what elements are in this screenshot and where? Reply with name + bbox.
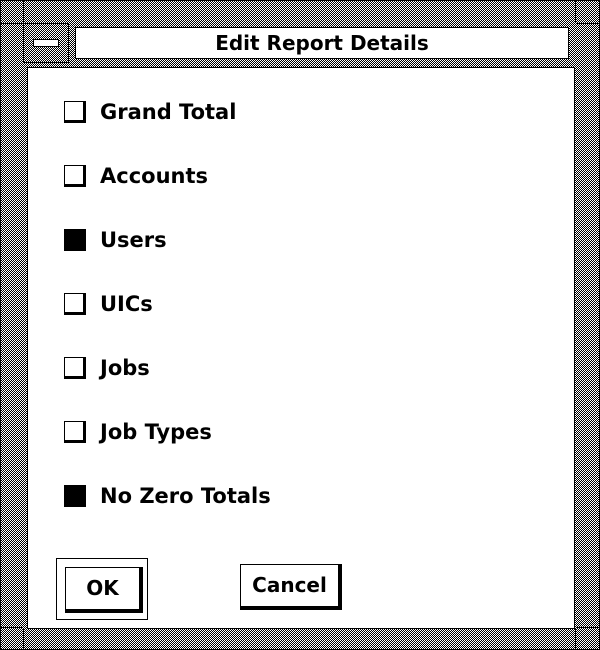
- jobs-label: Jobs: [100, 356, 150, 380]
- option-uics[interactable]: UICs: [64, 290, 153, 318]
- dialog-window: Edit Report Details Grand Total Accounts…: [0, 0, 600, 650]
- accounts-label: Accounts: [100, 164, 209, 188]
- frame-corner-mark: [23, 1, 24, 23]
- frame-corner-mark: [577, 23, 599, 24]
- frame-corner-mark: [575, 629, 576, 649]
- jobs-checkbox[interactable]: [64, 357, 86, 379]
- default-button-ring: OK: [56, 558, 148, 620]
- window-menu-icon: [33, 39, 59, 47]
- option-accounts[interactable]: Accounts: [64, 162, 208, 190]
- title-bar[interactable]: Edit Report Details: [23, 23, 577, 63]
- option-job-types[interactable]: Job Types: [64, 418, 212, 446]
- grand-total-label: Grand Total: [100, 100, 237, 124]
- frame-corner-mark: [577, 627, 599, 628]
- job-types-checkbox[interactable]: [64, 421, 86, 443]
- no-zero-totals-checkbox[interactable]: [64, 485, 86, 507]
- uics-checkbox[interactable]: [64, 293, 86, 315]
- job-types-label: Job Types: [100, 420, 212, 444]
- option-grand-total[interactable]: Grand Total: [64, 98, 236, 126]
- ok-button[interactable]: OK: [65, 567, 143, 613]
- dialog-content: Grand Total Accounts Users UICs Jobs Job…: [27, 67, 575, 629]
- users-checkbox[interactable]: [64, 229, 86, 251]
- users-label: Users: [100, 228, 167, 252]
- option-no-zero-totals[interactable]: No Zero Totals: [64, 482, 271, 510]
- window-menu-button[interactable]: [23, 23, 69, 63]
- frame-corner-mark: [1, 23, 23, 24]
- accounts-checkbox[interactable]: [64, 165, 86, 187]
- option-jobs[interactable]: Jobs: [64, 354, 150, 382]
- no-zero-totals-label: No Zero Totals: [100, 484, 271, 508]
- uics-label: UICs: [100, 292, 153, 316]
- grand-total-checkbox[interactable]: [64, 101, 86, 123]
- option-users[interactable]: Users: [64, 226, 167, 254]
- window-title: Edit Report Details: [75, 27, 569, 59]
- frame-corner-mark: [1, 627, 23, 628]
- frame-corner-mark: [575, 1, 576, 23]
- frame-corner-mark: [23, 629, 24, 649]
- cancel-button[interactable]: Cancel: [240, 564, 342, 610]
